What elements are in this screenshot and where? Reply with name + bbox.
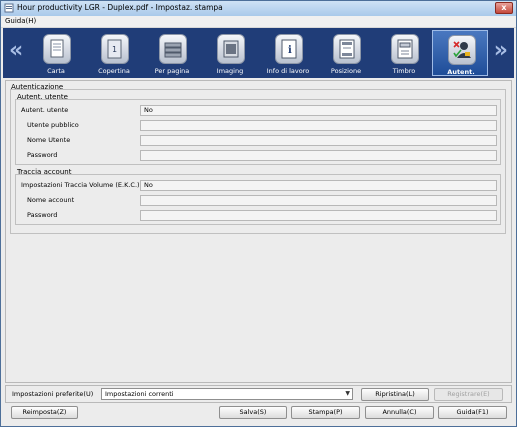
favorite-settings-bar: Impostazioni preferite(U) Impostazioni c… bbox=[5, 385, 512, 403]
tab-timbro[interactable]: Timbro bbox=[376, 30, 432, 76]
menu-bar: Guida(H) bbox=[1, 16, 516, 28]
favorite-settings-select[interactable]: Impostazioni correnti ▼ bbox=[101, 388, 353, 400]
menu-guida[interactable]: Guida(H) bbox=[5, 17, 36, 25]
account-name-field bbox=[140, 195, 497, 206]
account-password-field bbox=[140, 210, 497, 221]
tab-label: Per pagina bbox=[154, 67, 190, 75]
authentication-panel: Autenticazione Autent. utente Autent. ut… bbox=[5, 80, 512, 383]
print-settings-window: Hour productivity LGR - Duplex.pdf - Imp… bbox=[0, 0, 517, 427]
account-track-section: Impostazioni Traccia Volume (E.K.C.) No … bbox=[15, 174, 501, 225]
svg-text:1: 1 bbox=[112, 45, 117, 54]
tab-label: Info di lavoro bbox=[266, 67, 310, 75]
tab-label: Autent. bbox=[447, 68, 475, 76]
tab-carta[interactable]: Carta bbox=[28, 30, 84, 76]
stamp-icon bbox=[391, 34, 419, 64]
volume-track-field[interactable]: No bbox=[140, 180, 497, 191]
tab-label: Timbro bbox=[392, 67, 416, 75]
tab-ribbon: « Carta 1 Copertina Per pagina Imaging i… bbox=[3, 28, 514, 78]
user-name-label: Nome Utente bbox=[27, 136, 71, 144]
account-name-label: Nome account bbox=[27, 196, 75, 204]
tab-label: Posizione bbox=[330, 67, 362, 75]
volume-track-label: Impostazioni Traccia Volume (E.K.C.) bbox=[21, 181, 140, 189]
user-password-field bbox=[140, 150, 497, 161]
cancel-button[interactable]: Annulla(C) bbox=[365, 406, 434, 419]
user-password-label: Password bbox=[27, 151, 58, 159]
tab-label: Imaging bbox=[216, 67, 244, 75]
tab-label: Carta bbox=[47, 67, 65, 75]
tab-imaging[interactable]: Imaging bbox=[202, 30, 258, 76]
title-bar: Hour productivity LGR - Duplex.pdf - Imp… bbox=[1, 1, 516, 17]
imaging-icon bbox=[217, 34, 245, 64]
svg-text:i: i bbox=[288, 45, 292, 56]
save-button[interactable]: Salva(S) bbox=[219, 406, 287, 419]
account-password-label: Password bbox=[27, 211, 58, 219]
help-button[interactable]: Guida(F1) bbox=[438, 406, 507, 419]
user-auth-label: Autent. utente bbox=[21, 106, 69, 114]
close-button[interactable]: x bbox=[495, 2, 513, 14]
tab-posizione[interactable]: Posizione bbox=[318, 30, 374, 76]
per-page-icon bbox=[159, 34, 187, 64]
authentication-group: Autent. utente Autent. utente No Utente … bbox=[10, 89, 506, 234]
chevron-down-icon: ▼ bbox=[345, 390, 350, 397]
tab-info-lavoro[interactable]: i Info di lavoro bbox=[260, 30, 316, 76]
restore-button[interactable]: Ripristina(L) bbox=[361, 388, 429, 401]
favorite-settings-label: Impostazioni preferite(U) bbox=[12, 390, 94, 398]
user-auth-section: Autent. utente No Utente pubblico Nome U… bbox=[15, 99, 501, 165]
tab-label: Copertina bbox=[98, 67, 130, 75]
tab-autent[interactable]: Autent. bbox=[432, 30, 488, 76]
window-title: Hour productivity LGR - Duplex.pdf - Imp… bbox=[17, 3, 223, 12]
tab-per-pagina[interactable]: Per pagina bbox=[144, 30, 200, 76]
prev-tabs-arrow-icon[interactable]: « bbox=[9, 40, 23, 62]
reset-button[interactable]: Reimposta(Z) bbox=[11, 406, 78, 419]
user-auth-field[interactable]: No bbox=[140, 105, 497, 116]
tab-copertina[interactable]: 1 Copertina bbox=[86, 30, 142, 76]
public-user-label: Utente pubblico bbox=[27, 121, 79, 129]
paper-icon bbox=[43, 34, 71, 64]
user-name-field bbox=[140, 135, 497, 146]
position-icon bbox=[333, 34, 361, 64]
public-user-field bbox=[140, 120, 497, 131]
app-icon bbox=[4, 3, 14, 13]
authentication-icon bbox=[448, 35, 476, 65]
favorite-settings-value: Impostazioni correnti bbox=[105, 390, 174, 398]
next-tabs-arrow-icon[interactable]: » bbox=[494, 40, 508, 62]
job-info-icon: i bbox=[275, 34, 303, 64]
register-button[interactable]: Registrare(E) bbox=[434, 388, 503, 401]
print-button[interactable]: Stampa(P) bbox=[291, 406, 360, 419]
cover-icon: 1 bbox=[101, 34, 129, 64]
